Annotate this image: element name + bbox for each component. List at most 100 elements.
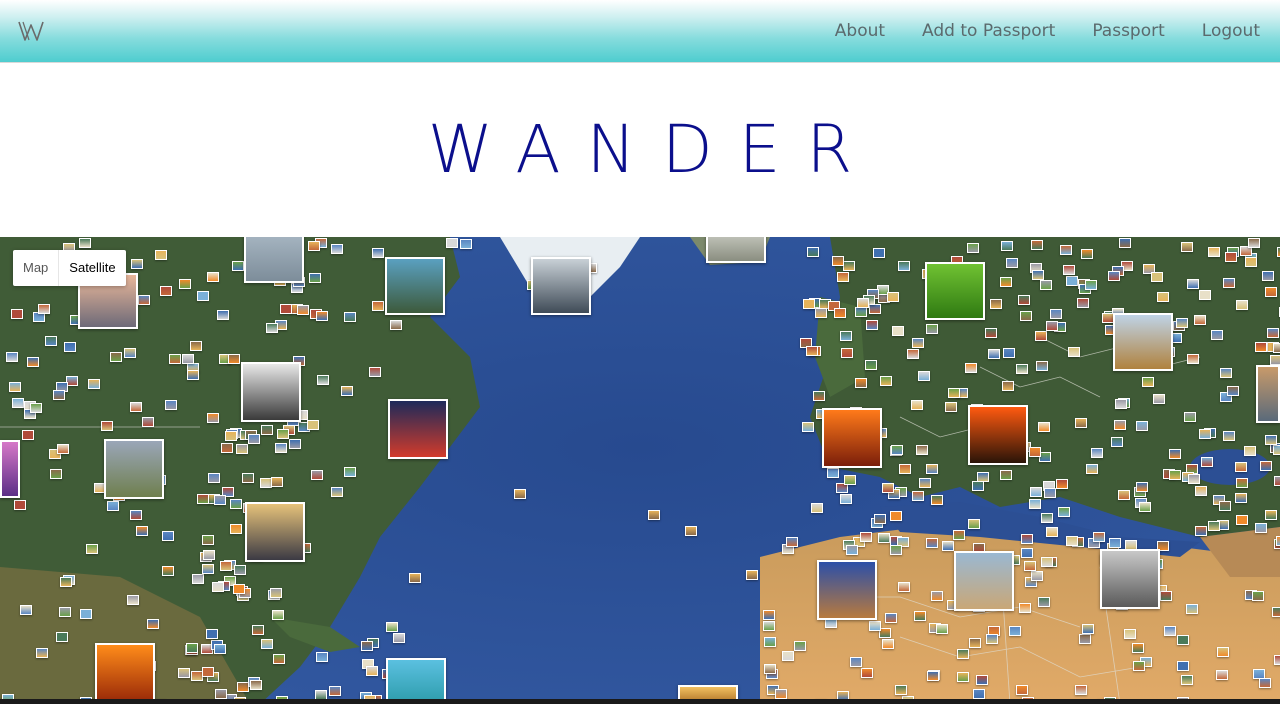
- photo-thumbnail-marker[interactable]: [1252, 591, 1264, 601]
- photo-thumbnail-marker[interactable]: [926, 464, 938, 474]
- photo-thumbnail-marker[interactable]: [844, 475, 856, 485]
- photo-thumbnail-marker[interactable]: [972, 481, 984, 491]
- photo-thumbnail-marker[interactable]: [36, 648, 48, 658]
- photo-thumbnail-marker[interactable]: [1139, 502, 1151, 512]
- photo-thumbnail-marker[interactable]: [214, 495, 226, 505]
- photo-thumbnail-marker[interactable]: [386, 622, 398, 632]
- purple-sunset-photo[interactable]: [0, 440, 20, 498]
- photo-thumbnail-marker[interactable]: [775, 689, 787, 699]
- photo-thumbnail-marker[interactable]: [64, 342, 76, 352]
- photo-thumbnail-marker[interactable]: [860, 532, 872, 542]
- photo-thumbnail-marker[interactable]: [882, 639, 894, 649]
- photo-thumbnail-marker[interactable]: [813, 391, 825, 401]
- photo-thumbnail-marker[interactable]: [1151, 272, 1163, 282]
- photo-thumbnail-marker[interactable]: [866, 320, 878, 330]
- photo-thumbnail-marker[interactable]: [837, 272, 849, 282]
- photo-thumbnail-marker[interactable]: [1216, 670, 1228, 680]
- photo-thumbnail-marker[interactable]: [880, 376, 892, 386]
- photo-thumbnail-marker[interactable]: [1133, 661, 1145, 671]
- photo-thumbnail-marker[interactable]: [1031, 571, 1043, 581]
- photo-thumbnail-marker[interactable]: [22, 430, 34, 440]
- photo-thumbnail-marker[interactable]: [945, 402, 957, 412]
- photo-thumbnail-marker[interactable]: [208, 473, 220, 483]
- photo-thumbnail-marker[interactable]: [221, 443, 233, 453]
- photo-thumbnail-marker[interactable]: [1184, 412, 1196, 422]
- photo-thumbnail-marker[interactable]: [926, 324, 938, 334]
- photo-thumbnail-marker[interactable]: [56, 632, 68, 642]
- photo-thumbnail-marker[interactable]: [916, 445, 928, 455]
- photo-thumbnail-marker[interactable]: [1001, 241, 1013, 251]
- photo-thumbnail-marker[interactable]: [843, 261, 855, 271]
- photo-thumbnail-marker[interactable]: [973, 689, 985, 699]
- photo-thumbnail-marker[interactable]: [969, 638, 981, 648]
- photo-thumbnail-marker[interactable]: [1235, 462, 1247, 472]
- photo-thumbnail-marker[interactable]: [344, 312, 356, 322]
- photo-thumbnail-marker[interactable]: [1024, 561, 1036, 571]
- cathedral-photo[interactable]: [1113, 313, 1173, 371]
- photo-thumbnail-marker[interactable]: [1245, 257, 1257, 267]
- photo-thumbnail-marker[interactable]: [1181, 675, 1193, 685]
- photo-thumbnail-marker[interactable]: [1259, 678, 1271, 688]
- photo-thumbnail-marker[interactable]: [786, 537, 798, 547]
- photo-thumbnail-marker[interactable]: [1208, 247, 1220, 257]
- photo-thumbnail-marker[interactable]: [1029, 499, 1041, 509]
- photo-thumbnail-marker[interactable]: [234, 565, 246, 575]
- photo-thumbnail-marker[interactable]: [874, 514, 886, 524]
- photo-thumbnail-marker[interactable]: [968, 519, 980, 529]
- photo-thumbnail-marker[interactable]: [1255, 342, 1267, 352]
- photo-thumbnail-marker[interactable]: [1000, 470, 1012, 480]
- photo-thumbnail-marker[interactable]: [1058, 507, 1070, 517]
- photo-thumbnail-marker[interactable]: [271, 477, 283, 487]
- photo-thumbnail-marker[interactable]: [1016, 685, 1028, 695]
- photo-thumbnail-marker[interactable]: [6, 352, 18, 362]
- photo-thumbnail-marker[interactable]: [1194, 315, 1206, 325]
- photo-thumbnail-marker[interactable]: [1082, 624, 1094, 634]
- photo-thumbnail-marker[interactable]: [217, 310, 229, 320]
- photo-thumbnail-marker[interactable]: [898, 582, 910, 592]
- photo-thumbnail-marker[interactable]: [1208, 521, 1220, 531]
- photo-thumbnail-marker[interactable]: [1223, 278, 1235, 288]
- photo-thumbnail-marker[interactable]: [1248, 238, 1260, 248]
- photo-thumbnail-marker[interactable]: [307, 420, 319, 430]
- photo-thumbnail-marker[interactable]: [1267, 328, 1279, 338]
- photo-thumbnail-marker[interactable]: [273, 654, 285, 664]
- photo-thumbnail-marker[interactable]: [685, 526, 697, 536]
- photo-thumbnail-marker[interactable]: [232, 261, 244, 271]
- photo-thumbnail-marker[interactable]: [919, 478, 931, 488]
- photo-thumbnail-marker[interactable]: [861, 668, 873, 678]
- map-type-map-button[interactable]: Map: [13, 250, 58, 286]
- photo-thumbnail-marker[interactable]: [873, 248, 885, 258]
- tropical-beach-photo[interactable]: [386, 658, 446, 704]
- photo-thumbnail-marker[interactable]: [957, 649, 969, 659]
- photo-thumbnail-marker[interactable]: [308, 241, 320, 251]
- photo-thumbnail-marker[interactable]: [1066, 276, 1078, 286]
- photo-thumbnail-marker[interactable]: [899, 464, 911, 474]
- photo-thumbnail-marker[interactable]: [918, 371, 930, 381]
- world-map[interactable]: Map Satellite: [0, 237, 1280, 704]
- photo-thumbnail-marker[interactable]: [1260, 461, 1272, 471]
- photo-thumbnail-marker[interactable]: [857, 298, 869, 308]
- fjord-photo[interactable]: [531, 257, 591, 315]
- photo-thumbnail-marker[interactable]: [1020, 311, 1032, 321]
- photo-thumbnail-marker[interactable]: [250, 680, 262, 690]
- prairie-sky-photo[interactable]: [104, 439, 164, 499]
- photo-thumbnail-marker[interactable]: [890, 511, 902, 521]
- photo-thumbnail-marker[interactable]: [1000, 277, 1012, 287]
- photo-thumbnail-marker[interactable]: [110, 352, 122, 362]
- photo-thumbnail-marker[interactable]: [225, 431, 237, 441]
- photo-thumbnail-marker[interactable]: [931, 591, 943, 601]
- photo-thumbnail-marker[interactable]: [850, 657, 862, 667]
- photo-thumbnail-marker[interactable]: [252, 625, 264, 635]
- winter-river-photo[interactable]: [245, 502, 305, 562]
- photo-thumbnail-marker[interactable]: [1077, 298, 1089, 308]
- photo-thumbnail-marker[interactable]: [179, 279, 191, 289]
- photo-thumbnail-marker[interactable]: [192, 574, 204, 584]
- photo-thumbnail-marker[interactable]: [1002, 381, 1014, 391]
- photo-thumbnail-marker[interactable]: [30, 403, 42, 413]
- photo-thumbnail-marker[interactable]: [1036, 361, 1048, 371]
- photo-thumbnail-marker[interactable]: [390, 320, 402, 330]
- photo-thumbnail-marker[interactable]: [203, 550, 215, 560]
- photo-thumbnail-marker[interactable]: [1031, 240, 1043, 250]
- photo-thumbnail-marker[interactable]: [840, 494, 852, 504]
- photo-thumbnail-marker[interactable]: [280, 304, 292, 314]
